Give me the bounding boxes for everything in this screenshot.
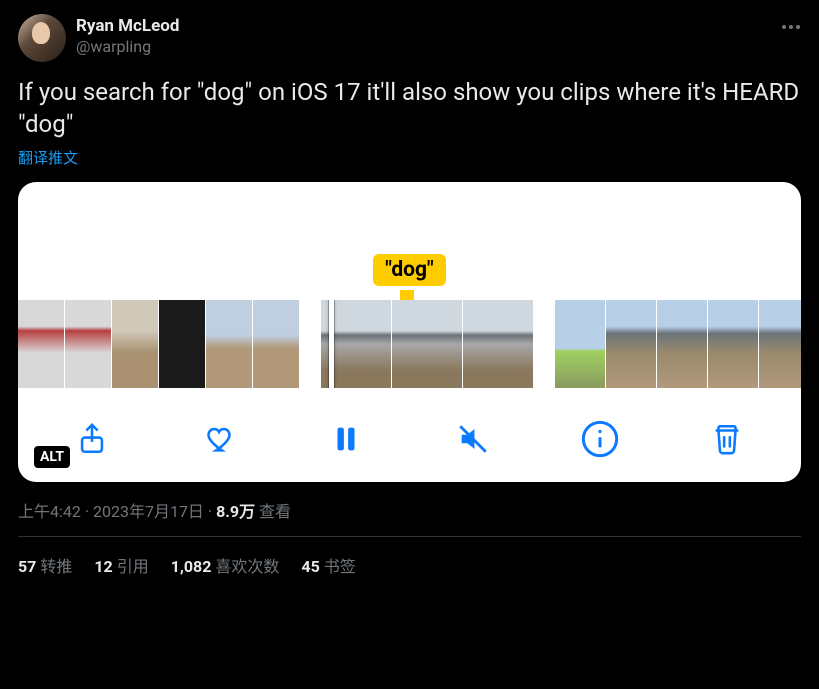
- caption-pointer: [400, 290, 414, 300]
- retweets-stat[interactable]: 57转推: [18, 553, 72, 577]
- clip-group-2[interactable]: [321, 300, 533, 388]
- tweet-meta: 上午4:42 · 2023年7月17日 · 8.9万 查看: [18, 498, 801, 536]
- share-button[interactable]: [69, 416, 115, 462]
- views-count[interactable]: 8.9万: [216, 502, 255, 521]
- timeline-frame: [392, 300, 462, 388]
- bookmarks-stat[interactable]: 45书签: [301, 553, 355, 577]
- like-button[interactable]: [196, 416, 242, 462]
- media-spacer: [18, 182, 801, 254]
- timeline-frame: [112, 300, 158, 388]
- timeline-frame: [657, 300, 707, 388]
- playhead[interactable]: [329, 300, 334, 388]
- speaker-muted-icon: [456, 422, 490, 456]
- user-block[interactable]: Ryan McLeod @warpling: [76, 14, 179, 57]
- translate-link[interactable]: 翻译推文: [18, 147, 78, 168]
- timeline-frame: [18, 300, 64, 388]
- likes-stat[interactable]: 1,082喜欢次数: [171, 553, 280, 577]
- timeline-frame: [463, 300, 533, 388]
- timeline-frame: [206, 300, 252, 388]
- quotes-stat[interactable]: 12引用: [94, 553, 148, 577]
- caption-text: "dog": [385, 258, 433, 282]
- pause-button[interactable]: [323, 416, 369, 462]
- clip-group-3[interactable]: [555, 300, 801, 388]
- share-icon: [75, 422, 109, 456]
- timeline-frame: [606, 300, 656, 388]
- timeline-frame: [253, 300, 299, 388]
- caption-row: "dog": [18, 254, 801, 286]
- mute-button[interactable]: [450, 416, 496, 462]
- tweet-stats: 57转推 12引用 1,082喜欢次数 45书签: [18, 537, 801, 577]
- info-icon: [580, 419, 620, 459]
- tweet-header: Ryan McLeod @warpling: [18, 14, 801, 62]
- timeline-frame: [65, 300, 111, 388]
- views-label: 查看: [259, 502, 291, 521]
- pause-icon: [329, 422, 363, 456]
- more-options-button[interactable]: [781, 14, 801, 35]
- alt-badge[interactable]: ALT: [34, 446, 70, 468]
- timeline-frame: [708, 300, 758, 388]
- trash-icon: [710, 422, 744, 456]
- timeline-frame: [555, 300, 605, 388]
- display-name: Ryan McLeod: [76, 16, 179, 37]
- media-card[interactable]: "dog": [18, 182, 801, 482]
- avatar[interactable]: [18, 14, 66, 62]
- timeline-frame: [759, 300, 801, 388]
- tweet-text: If you search for "dog" on iOS 17 it'll …: [18, 76, 801, 141]
- media-toolbar: [18, 392, 801, 470]
- user-handle: @warpling: [76, 37, 179, 57]
- tweet-date[interactable]: 2023年7月17日: [93, 502, 204, 521]
- caption-bubble: "dog": [373, 254, 445, 286]
- video-timeline[interactable]: [18, 300, 801, 388]
- info-button[interactable]: [577, 416, 623, 462]
- tweet-time[interactable]: 上午4:42: [18, 502, 81, 521]
- tweet-container: Ryan McLeod @warpling If you search for …: [0, 0, 819, 577]
- delete-button[interactable]: [704, 416, 750, 462]
- heart-icon: [202, 422, 236, 456]
- timeline-frame: [159, 300, 205, 388]
- clip-group-1[interactable]: [18, 300, 299, 388]
